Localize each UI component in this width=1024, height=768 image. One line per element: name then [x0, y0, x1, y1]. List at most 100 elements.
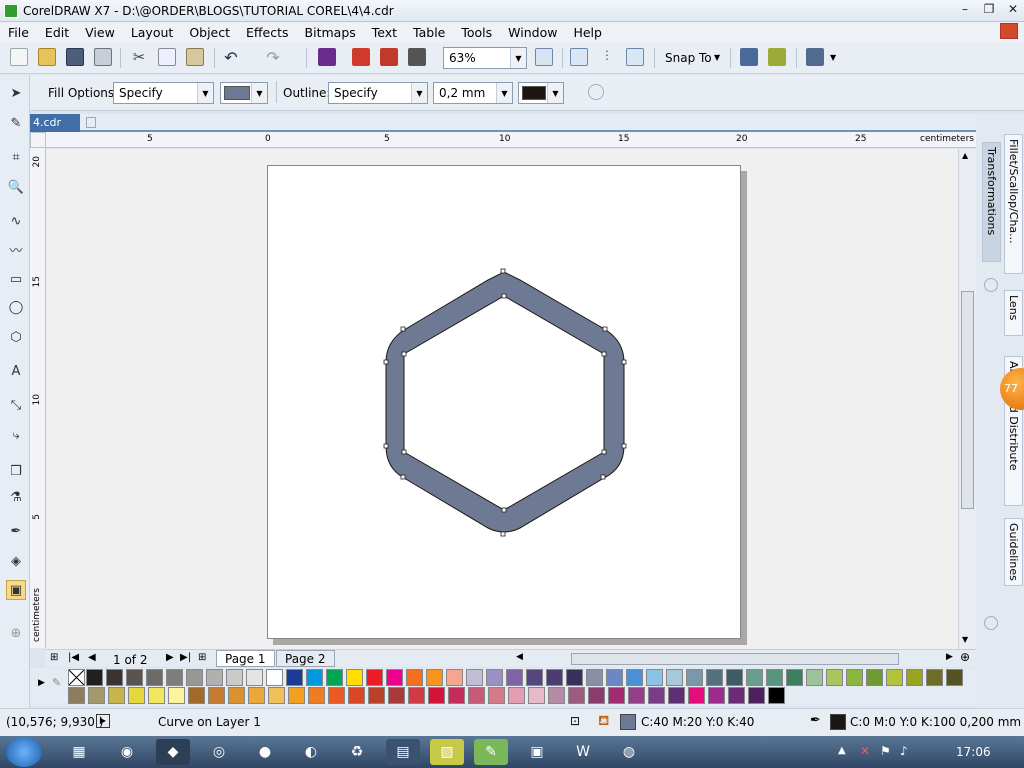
crop-tool-icon[interactable]: ⌗ [6, 147, 26, 167]
palette-color-swatch[interactable] [586, 669, 603, 686]
palette-color-swatch[interactable] [786, 669, 803, 686]
scroll-left-icon[interactable]: ◀ [516, 652, 523, 662]
palette-color-swatch[interactable] [508, 687, 525, 704]
shape-tool-icon[interactable]: ✎ [6, 113, 26, 133]
palette-color-swatch[interactable] [306, 669, 323, 686]
scroll-down-icon[interactable]: ▼ [962, 635, 968, 644]
palette-color-swatch[interactable] [426, 669, 443, 686]
menu-view[interactable]: View [77, 25, 123, 40]
node-handle[interactable] [501, 507, 507, 513]
vertical-scrollbar[interactable]: ▲ ▼ [958, 149, 976, 649]
palette-color-swatch[interactable] [588, 687, 605, 704]
minimize-icon[interactable]: – [958, 2, 972, 16]
palette-color-swatch[interactable] [886, 669, 903, 686]
palette-color-swatch[interactable] [526, 669, 543, 686]
search-content-icon[interactable] [318, 48, 336, 66]
palette-color-swatch[interactable] [726, 669, 743, 686]
taskbar-coreldraw-icon[interactable]: ✎ [474, 739, 508, 765]
palette-color-swatch[interactable] [806, 669, 823, 686]
palette-color-swatch[interactable] [248, 687, 265, 704]
add-page-after-icon[interactable]: ⊞ [198, 652, 206, 663]
docker-options-icon[interactable] [984, 278, 998, 292]
node-handle[interactable] [500, 268, 506, 274]
palette-color-swatch[interactable] [446, 669, 463, 686]
palette-color-swatch[interactable] [468, 687, 485, 704]
welcome-chevron-down-icon[interactable]: ▼ [830, 53, 836, 62]
save-icon[interactable] [66, 48, 84, 66]
menu-edit[interactable]: Edit [37, 25, 77, 40]
snap-chevron-down-icon[interactable]: ▼ [714, 53, 720, 62]
palette-color-swatch[interactable] [606, 669, 623, 686]
first-page-icon[interactable]: |◀ [68, 652, 79, 663]
zoom-levels-dropdown[interactable]: 63% ▼ [443, 47, 527, 69]
options-icon[interactable] [740, 48, 758, 66]
restore-icon[interactable]: ❐ [982, 2, 996, 16]
show-guidelines-icon[interactable] [626, 48, 644, 66]
taskbar-app-icon[interactable]: ▧ [430, 739, 464, 765]
customize-toolbox-icon[interactable]: ⊕ [6, 623, 26, 643]
node-handle[interactable] [383, 359, 389, 365]
node-handle[interactable] [400, 326, 406, 332]
node-handle[interactable] [401, 449, 407, 455]
node-handle[interactable] [601, 449, 607, 455]
taskbar-app-icon[interactable]: ◐ [294, 739, 328, 765]
add-page-icon[interactable]: ⊞ [50, 652, 58, 663]
palette-color-swatch[interactable] [448, 687, 465, 704]
node-handle[interactable] [600, 474, 606, 480]
new-document-icon[interactable] [10, 48, 28, 66]
palette-color-swatch[interactable] [728, 687, 745, 704]
palette-color-swatch[interactable] [628, 687, 645, 704]
taskbar-app-icon[interactable]: ◎ [202, 739, 236, 765]
palette-color-swatch[interactable] [666, 669, 683, 686]
application-launcher-icon[interactable] [768, 48, 786, 66]
transparency-tool-icon[interactable]: ⚗ [6, 487, 26, 507]
taskbar-app-icon[interactable]: ◉ [110, 739, 144, 765]
interactive-fill-tool-icon[interactable]: ◈ [6, 551, 26, 571]
palette-color-swatch[interactable] [348, 687, 365, 704]
paste-icon[interactable] [186, 48, 204, 66]
palette-color-swatch[interactable] [946, 669, 963, 686]
palette-color-swatch[interactable] [68, 687, 85, 704]
connector-tool-icon[interactable]: ⤷ [6, 425, 26, 445]
taskbar-explorer-icon[interactable]: ▤ [386, 739, 420, 765]
export-icon[interactable] [380, 48, 398, 66]
palette-color-swatch[interactable] [546, 669, 563, 686]
palette-color-swatch[interactable] [186, 669, 203, 686]
palette-color-swatch[interactable] [648, 687, 665, 704]
menu-layout[interactable]: Layout [123, 25, 182, 40]
rectangle-tool-icon[interactable]: ▭ [6, 269, 26, 289]
palette-color-swatch[interactable] [386, 669, 403, 686]
node-handle[interactable] [621, 443, 627, 449]
tab-page-2[interactable]: Page 2 [276, 650, 335, 667]
menu-bitmaps[interactable]: Bitmaps [297, 25, 364, 40]
docker-tab-fillet[interactable]: Fillet/Scallop/Cha... [1004, 134, 1023, 274]
taskbar-chrome-icon[interactable]: ◍ [612, 739, 646, 765]
node-handle[interactable] [500, 531, 506, 537]
palette-color-swatch[interactable] [106, 669, 123, 686]
import-icon[interactable] [352, 48, 370, 66]
palette-color-swatch[interactable] [328, 687, 345, 704]
fill-color-picker[interactable]: ▼ [220, 82, 268, 104]
palette-color-swatch[interactable] [406, 669, 423, 686]
menu-text[interactable]: Text [364, 25, 405, 40]
tab-page-1[interactable]: Page 1 [216, 650, 275, 667]
show-grid-icon[interactable]: ⋮ [598, 48, 616, 66]
node-handle[interactable] [601, 351, 607, 357]
palette-color-swatch[interactable] [568, 687, 585, 704]
tab-document[interactable]: 4.cdr [30, 114, 80, 132]
outline-dropdown[interactable]: Specify ▼ [328, 82, 428, 104]
node-handle[interactable] [401, 351, 407, 357]
palette-color-swatch[interactable] [88, 687, 105, 704]
redo-icon[interactable]: ↷ [264, 48, 282, 67]
menu-effects[interactable]: Effects [238, 25, 297, 40]
palette-color-swatch[interactable] [148, 687, 165, 704]
color-eyedropper-tool-icon[interactable]: ✒ [6, 521, 26, 541]
tray-flag-icon[interactable]: ⚑ [880, 744, 891, 758]
drawing-canvas[interactable] [46, 149, 958, 649]
tray-network-icon[interactable]: ✕ [860, 744, 870, 758]
parallel-dimension-tool-icon[interactable]: ⤡ [6, 395, 26, 415]
palette-color-swatch[interactable] [626, 669, 643, 686]
scroll-right-icon[interactable]: ▶ [946, 652, 953, 662]
previous-page-icon[interactable]: ◀ [88, 652, 96, 663]
print-icon[interactable] [94, 48, 112, 66]
